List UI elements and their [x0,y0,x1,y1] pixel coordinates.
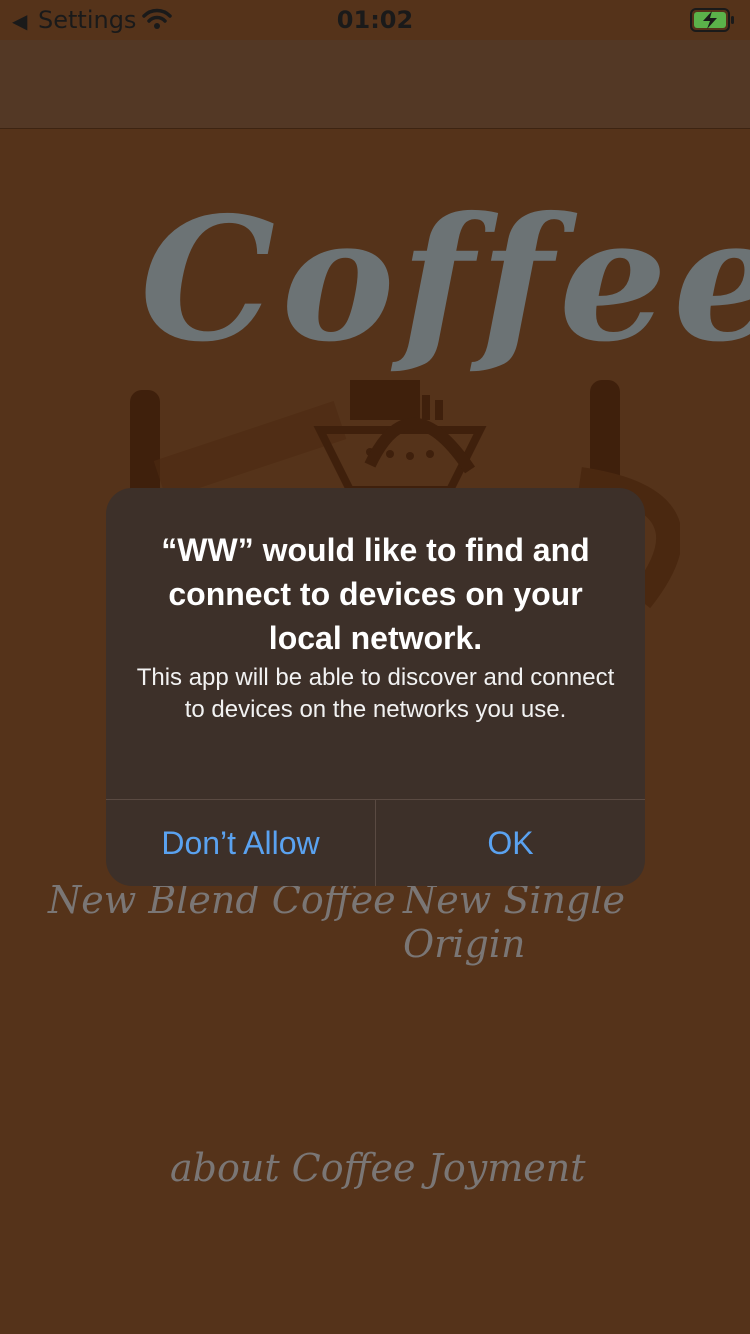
local-network-permission-alert: “WW” would like to find and connect to d… [106,488,645,886]
battery-charging-icon [690,8,734,32]
hero-title: Coffee [140,180,750,380]
about-coffee-joyment-button[interactable]: about Coffee Joyment [170,1146,585,1190]
navigation-bar [0,40,750,129]
status-time: 01:02 [336,6,414,34]
status-bar: ◀ Settings 01:02 [0,0,750,40]
dont-allow-button[interactable]: Don’t Allow [106,800,375,886]
alert-title: “WW” would like to find and connect to d… [161,532,590,656]
alert-actions: Don’t Allow OK [106,799,645,886]
new-single-origin-button[interactable]: New Single Origin [403,878,750,966]
alert-message: This app will be able to discover and co… [136,664,615,723]
ok-button[interactable]: OK [375,800,645,886]
